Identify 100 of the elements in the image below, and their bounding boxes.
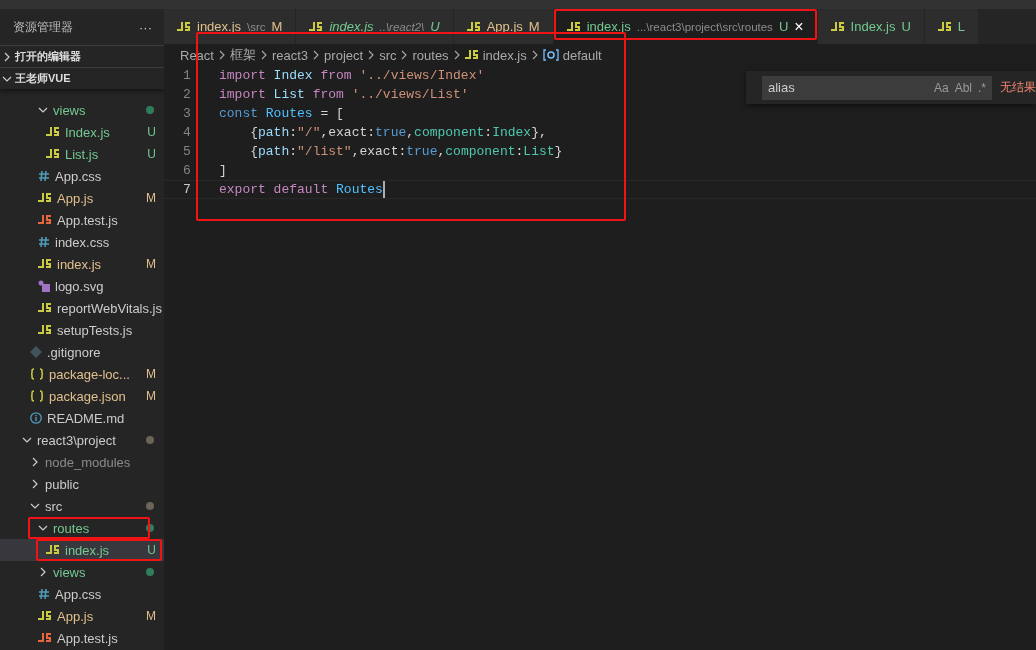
chevron-right-icon	[312, 50, 321, 60]
folder-item[interactable]: node_modules	[0, 451, 164, 473]
hash-icon	[38, 170, 50, 182]
chevron-right-icon	[400, 50, 409, 60]
hash-icon	[38, 588, 50, 600]
editor-tab[interactable]: index.js ...\react3\project\src\routes U ×	[553, 9, 818, 44]
file-item[interactable]: App.test.js	[0, 209, 164, 231]
js-file-icon	[38, 303, 52, 313]
find-option-toggle[interactable]: Aa	[933, 80, 949, 95]
file-item[interactable]: App.css	[0, 165, 164, 187]
git-status-label: U	[147, 147, 156, 161]
braces-icon	[30, 390, 44, 402]
file-item[interactable]: index.js M	[0, 253, 164, 275]
js-file-icon	[38, 611, 52, 621]
editor-tab[interactable]: Index.js U	[817, 9, 925, 44]
editor-tab[interactable]: index.js \src M	[164, 9, 297, 44]
js-file-icon	[38, 633, 52, 643]
git-status-label: M	[146, 257, 156, 271]
editor-tab[interactable]: index.js ..\react2\ U	[296, 9, 454, 44]
braces-icon	[30, 368, 44, 380]
js-file-icon	[464, 50, 479, 60]
js-file-icon	[466, 21, 481, 32]
file-item[interactable]: Index.js U	[0, 121, 164, 143]
js-file-icon	[38, 215, 52, 225]
code-line: {path:"/list",exact:true,component:List}	[249, 144, 563, 159]
breadcrumb-item[interactable]: react3	[271, 47, 309, 63]
find-option-toggle[interactable]: Abl	[954, 80, 972, 95]
hash-icon	[38, 236, 50, 248]
line-number: 1	[182, 68, 192, 83]
code-line: export default Routes	[219, 182, 383, 197]
file-item[interactable]: package.json M	[0, 385, 164, 407]
line-number: 4	[182, 125, 192, 140]
editor-tab[interactable]: L	[924, 9, 980, 44]
file-item[interactable]: .gitignore	[0, 341, 164, 363]
js-file-icon	[46, 149, 60, 159]
file-item[interactable]: index.css	[0, 231, 164, 253]
js-file-icon	[46, 127, 60, 137]
js-file-icon	[46, 545, 60, 555]
folder-item[interactable]: views	[0, 561, 164, 583]
code-line: const Routes = [	[219, 106, 344, 121]
section-header[interactable]: 王老师VUE	[0, 67, 164, 89]
code-line: import List from '../views/List'	[219, 87, 469, 102]
line-number: 6	[182, 163, 192, 178]
file-item[interactable]: logo.svg	[0, 275, 164, 297]
js-file-icon	[309, 21, 324, 32]
breadcrumb-item[interactable]: src	[379, 47, 397, 63]
find-option-toggle[interactable]: .*	[978, 80, 986, 95]
file-item[interactable]: App.js M	[0, 187, 164, 209]
line-number: 7	[182, 182, 192, 197]
folder-item[interactable]: views	[0, 99, 164, 121]
breadcrumb-item[interactable]: default	[562, 47, 602, 63]
folder-item[interactable]: public	[0, 473, 164, 495]
file-item[interactable]: App.test.js	[0, 627, 164, 649]
chevron-right-icon	[259, 50, 268, 60]
line-number: 5	[182, 144, 192, 159]
find-input[interactable]: alias Aa Abl .*	[762, 75, 992, 100]
folder-item[interactable]: react3\project	[0, 429, 164, 451]
file-item[interactable]: App.css	[0, 583, 164, 605]
code-line: ]	[219, 163, 227, 178]
code-line: {path:"/",exact:true,component:Index},	[249, 125, 547, 140]
js-file-icon	[937, 21, 952, 32]
text-cursor	[382, 181, 385, 198]
js-file-icon	[38, 193, 52, 203]
js-file-icon	[177, 21, 191, 32]
js-file-icon	[38, 325, 52, 335]
js-file-icon	[566, 21, 581, 32]
js-file-icon	[38, 259, 52, 269]
line-number: 2	[182, 87, 192, 102]
code-line: import Index from '../views/Index'	[219, 68, 485, 83]
close-icon[interactable]: ×	[794, 17, 804, 36]
no-results-text: 无结果	[1000, 79, 1036, 96]
file-item[interactable]: package-loc... M	[0, 363, 164, 385]
diamond-icon	[30, 346, 42, 358]
file-item[interactable]: setupTests.js	[0, 319, 164, 341]
breadcrumb-item[interactable]: index.js	[482, 47, 527, 63]
chevron-right-icon	[452, 50, 461, 60]
breadcrumb-item[interactable]: project	[324, 47, 364, 63]
file-item[interactable]: README.md	[0, 407, 164, 429]
git-status-label: M	[146, 609, 156, 623]
file-item[interactable]: App.js M	[0, 605, 164, 627]
git-status-label: U	[147, 543, 156, 557]
image-file-icon	[38, 280, 50, 292]
breadcrumb-item[interactable]: routes	[412, 47, 449, 63]
git-status-label: M	[146, 191, 156, 205]
more-button[interactable]: ···	[139, 19, 152, 35]
variable-symbol-icon	[542, 49, 559, 61]
file-item[interactable]: reportWebVitals.js	[0, 297, 164, 319]
folder-item[interactable]: routes	[0, 517, 164, 539]
file-item[interactable]: List.js U	[0, 143, 164, 165]
chevron-right-icon	[367, 50, 376, 60]
js-file-icon	[830, 21, 845, 32]
panel-title: 资源管理器	[13, 19, 73, 35]
git-status-label: M	[146, 389, 156, 403]
git-status-label: M	[146, 367, 156, 381]
info-icon	[30, 412, 42, 424]
breadcrumb-item[interactable]: 框架	[229, 46, 256, 64]
chevron-right-icon	[530, 50, 539, 60]
folder-item[interactable]: src	[0, 495, 164, 517]
file-item[interactable]: index.js U	[0, 539, 164, 561]
line-number: 3	[182, 106, 192, 121]
